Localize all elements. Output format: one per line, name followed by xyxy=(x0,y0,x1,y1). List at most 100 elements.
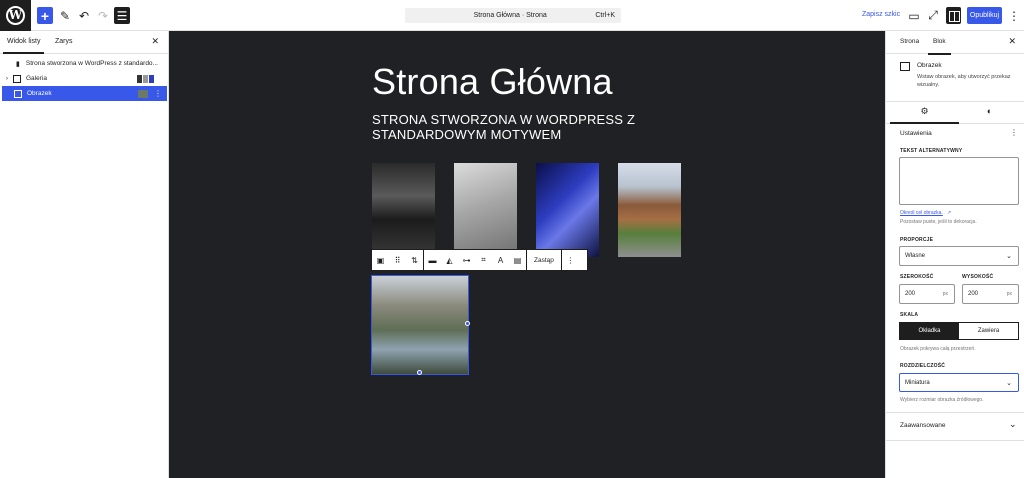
tab-page[interactable]: Strona xyxy=(900,38,919,45)
gallery-image-portrait[interactable] xyxy=(372,163,435,257)
caption-icon[interactable]: ▤ xyxy=(509,256,526,265)
scale-option-cover[interactable]: Okładka xyxy=(900,323,959,339)
tab-block[interactable]: Blok xyxy=(928,38,951,55)
view-page-button[interactable]: ⤢ xyxy=(926,7,940,24)
save-draft-button[interactable]: Zapisz szkic xyxy=(862,11,900,18)
settings-section-title[interactable]: Ustawienia xyxy=(900,130,932,137)
undo-icon: ↶ xyxy=(78,8,90,23)
gallery-icon xyxy=(13,74,21,83)
move-updown-icon[interactable]: ⇅ xyxy=(406,256,423,265)
aspect-ratio-label: PROPORCJE xyxy=(900,237,934,243)
tab-list-view[interactable]: Widok listy xyxy=(2,38,45,54)
external-link-icon: ↗ xyxy=(947,210,952,216)
width-input[interactable]: 200 px xyxy=(899,284,955,304)
chevron-right-icon[interactable]: › xyxy=(6,76,8,82)
aspect-ratio-value: Własne xyxy=(905,253,926,259)
aspect-ratio-select[interactable]: Własne ⌄ xyxy=(899,246,1019,266)
external-link-icon: ⤢ xyxy=(928,8,938,22)
gallery-image-house[interactable] xyxy=(618,163,681,257)
list-item-gallery[interactable]: › Galeria xyxy=(0,71,168,86)
resolution-value: Miniatura xyxy=(905,379,930,386)
page-title[interactable]: Strona Główna xyxy=(372,61,613,103)
tab-outline[interactable]: Zarys xyxy=(55,38,73,45)
tools-button[interactable]: ✎ xyxy=(58,7,72,24)
redo-button[interactable]: ↷ xyxy=(96,7,110,24)
block-name: Obrazek xyxy=(917,62,942,69)
crop-icon[interactable]: ⌗ xyxy=(475,255,492,265)
link-icon[interactable]: ⊶ xyxy=(458,256,475,265)
shortcut-hint: Ctrl+K xyxy=(595,12,615,19)
resize-handle-right[interactable] xyxy=(465,321,470,326)
styles-icon[interactable]: ◐ xyxy=(955,106,1024,116)
list-item-label: Obrazek xyxy=(27,90,52,97)
block-card: Obrazek Wstaw obrazek, aby utworzyć prze… xyxy=(886,54,1024,102)
undo-button[interactable]: ↶ xyxy=(77,7,91,24)
kebab-menu-icon[interactable]: ⋮ xyxy=(154,89,162,98)
height-value: 200 xyxy=(968,291,979,297)
replace-button[interactable]: Zastąp xyxy=(527,257,561,264)
settings-panel-toggle[interactable] xyxy=(946,7,961,24)
list-item-heading[interactable]: ▮ Strona stworzona w WordPress z standar… xyxy=(0,56,168,71)
drag-handle-icon[interactable]: ⠿ xyxy=(389,256,406,265)
pencil-icon: ✎ xyxy=(59,8,71,23)
resolution-select[interactable]: Miniatura ⌄ xyxy=(899,373,1019,392)
toolbar-group-options: ⋮ xyxy=(562,250,579,270)
width-value: 200 xyxy=(905,291,916,297)
options-button[interactable]: ⋮ xyxy=(1008,7,1020,24)
list-item-image[interactable]: Obrazek ⋮ xyxy=(2,86,167,101)
list-view-tabs: Widok listy Zarys ✕ xyxy=(0,31,168,54)
thumbnail-icon xyxy=(137,74,142,83)
block-description: Wstaw obrazek, aby utworzyć przekaz wizu… xyxy=(917,74,1011,88)
chevron-down-icon: ⌄ xyxy=(1006,253,1012,260)
resize-handle-bottom[interactable] xyxy=(417,370,422,375)
document-title: Strona Główna · Strona xyxy=(473,12,547,19)
document-overview-button[interactable]: ☰ xyxy=(114,7,130,24)
alt-text-input[interactable] xyxy=(899,157,1019,205)
preview-button[interactable]: ▭ xyxy=(907,7,921,24)
close-icon[interactable]: ✕ xyxy=(151,36,159,47)
height-label: WYSOKOŚĆ xyxy=(962,274,994,280)
align-icon[interactable]: ▬ xyxy=(424,256,441,265)
toolbar-group-tools: ▬ ◭ ⊶ ⌗ A ▤ xyxy=(424,250,527,270)
close-icon[interactable]: ✕ xyxy=(1008,36,1016,47)
block-inspector-tabs: ⚙ ◐ xyxy=(886,102,1024,124)
editor-canvas[interactable]: Strona Główna STRONA STWORZONA W WORDPRE… xyxy=(169,31,885,478)
thumbnail-icon xyxy=(138,89,148,98)
block-toolbar: ▣ ⠿ ⇅ ▬ ◭ ⊶ ⌗ A ▤ Zastąp ⋮ xyxy=(371,249,588,271)
scale-toggle-group: Okładka Zawiera xyxy=(899,322,1019,340)
page-subtitle[interactable]: STRONA STWORZONA W WORDPRESS Z STANDARDO… xyxy=(372,112,692,142)
width-label: SZEROKOŚĆ xyxy=(900,274,934,280)
kebab-menu-icon[interactable]: ⋮ xyxy=(1010,128,1018,137)
thumbnail-icon xyxy=(143,74,148,83)
gallery-image-scales[interactable] xyxy=(454,163,517,257)
wordpress-icon: W xyxy=(6,6,25,25)
list-item-label: Galeria xyxy=(26,75,47,82)
command-palette-bar[interactable]: Strona Główna · Strona Ctrl+K xyxy=(405,8,621,23)
chevron-down-icon[interactable]: ⌄ xyxy=(1009,419,1017,430)
panel-divider xyxy=(886,412,1024,413)
bookmark-icon: ▮ xyxy=(16,60,20,68)
scale-option-contain[interactable]: Zawiera xyxy=(959,323,1018,339)
advanced-section[interactable]: Zaawansowane xyxy=(900,422,946,429)
duotone-icon[interactable]: ◭ xyxy=(441,256,458,265)
image-block-icon[interactable]: ▣ xyxy=(372,256,389,265)
kebab-menu-icon[interactable]: ⋮ xyxy=(562,256,579,265)
image-icon xyxy=(900,62,910,71)
resolution-label: ROZDZIELCZOŚĆ xyxy=(900,363,946,369)
alt-text-help-link[interactable]: Określ cel obrazka. xyxy=(900,210,943,216)
height-input[interactable]: 200 px xyxy=(962,284,1019,304)
gear-icon[interactable]: ⚙ xyxy=(890,106,959,124)
selected-image-block[interactable] xyxy=(371,275,469,375)
block-inserter-button[interactable]: + xyxy=(37,7,53,24)
panel-divider xyxy=(886,440,1024,441)
plus-icon: + xyxy=(40,7,50,24)
wordpress-logo-button[interactable]: W xyxy=(0,0,31,31)
list-view-icon: ☰ xyxy=(116,8,128,23)
image-icon xyxy=(14,89,22,98)
gallery-image-handcuffs[interactable] xyxy=(536,163,599,257)
text-overlay-icon[interactable]: A xyxy=(492,256,509,265)
editor-top-bar: W + ✎ ↶ ↷ ☰ Strona Główna · Strona Ctrl+… xyxy=(0,0,1024,31)
toolbar-group-replace: Zastąp xyxy=(527,250,562,270)
publish-button[interactable]: Opublikuj xyxy=(967,7,1002,24)
desktop-icon: ▭ xyxy=(908,8,920,23)
